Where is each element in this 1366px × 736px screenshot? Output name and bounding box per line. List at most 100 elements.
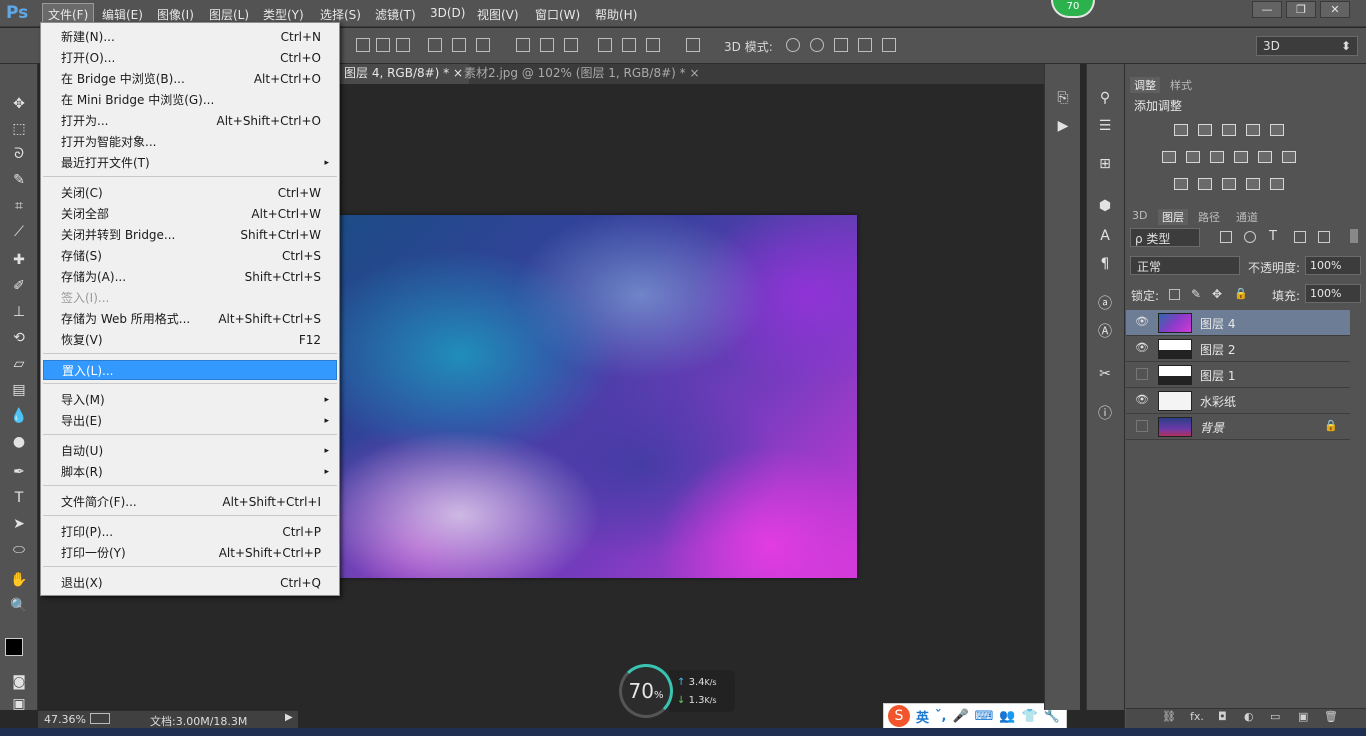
blur-tool-icon[interactable]: 💧 [9, 406, 29, 426]
hue-saturation-icon[interactable] [1162, 151, 1176, 163]
new-adjustment-layer-icon[interactable]: ◐ [1244, 710, 1254, 723]
menu-type[interactable]: 类型(Y) [263, 6, 304, 23]
lasso-tool-icon[interactable]: ᘐ [9, 144, 29, 164]
quick-mask-icon[interactable]: ◙ [9, 672, 29, 692]
menu-layer[interactable]: 图层(L) [209, 6, 249, 23]
menu-item-save-as[interactable]: 存储为(A)... Shift+Ctrl+S [43, 267, 337, 287]
network-speed-widget[interactable]: ↑ 3.4K/s ↓ 1.3K/s 70% [619, 664, 737, 720]
menu-help[interactable]: 帮助(H) [595, 6, 637, 23]
info-panel-icon[interactable]: ⓘ [1095, 404, 1115, 424]
scale-3d-icon[interactable] [882, 38, 896, 52]
brush-preset-icon[interactable]: ⚲ [1095, 88, 1115, 108]
filter-toggle-switch[interactable] [1350, 229, 1358, 243]
menu-item-export[interactable]: 导出(E) ▸ [43, 411, 337, 431]
punctuation-icon[interactable]: ˇ, [935, 709, 946, 724]
rotate-3d-icon[interactable] [786, 38, 800, 52]
layer-name[interactable]: 背景 [1200, 419, 1224, 436]
menu-item-scripts[interactable]: 脚本(R) ▸ [43, 462, 337, 482]
menu-item-open[interactable]: 打开(O)... Ctrl+O [43, 48, 337, 68]
sogou-logo-icon[interactable]: S [888, 705, 910, 727]
shape-tool-icon[interactable]: ⬭ [9, 540, 29, 560]
visibility-eye-icon[interactable]: 👁 [1135, 315, 1149, 329]
menu-item-close-go-bridge[interactable]: 关闭并转到 Bridge... Shift+Ctrl+W [43, 225, 337, 245]
menu-item-revert[interactable]: 恢复(V) F12 [43, 330, 337, 350]
menu-window[interactable]: 窗口(W) [535, 6, 580, 23]
hand-tool-icon[interactable]: ✋ [9, 570, 29, 590]
menu-filter[interactable]: 滤镜(T) [375, 6, 416, 23]
zoom-tool-icon[interactable]: 🔍 [9, 596, 29, 616]
settings-tool-icon[interactable]: 🔧 [1044, 709, 1060, 724]
distribute-bottom-icon[interactable] [564, 38, 578, 52]
levels-icon[interactable] [1198, 124, 1212, 136]
align-top-icon[interactable] [356, 38, 370, 52]
status-menu-arrow-icon[interactable]: ▶ [285, 712, 293, 723]
move-tool-icon[interactable]: ✥ [9, 94, 29, 114]
menu-item-exit[interactable]: 退出(X) Ctrl+Q [43, 573, 337, 593]
keyboard-icon[interactable]: ⌨ [975, 709, 994, 724]
paragraph-panel-icon[interactable]: ¶ [1095, 254, 1115, 274]
distribute-right-icon[interactable] [646, 38, 660, 52]
layer-name[interactable]: 图层 4 [1200, 315, 1235, 332]
menu-item-print[interactable]: 打印(P)... Ctrl+P [43, 522, 337, 542]
layer-name[interactable]: 水彩纸 [1200, 393, 1236, 410]
color-balance-icon[interactable] [1186, 151, 1200, 163]
fill-input[interactable]: 100% [1305, 284, 1361, 303]
menu-item-browse-mini-bridge[interactable]: 在 Mini Bridge 中浏览(G)... [43, 90, 337, 110]
filter-smart-object-icon[interactable] [1318, 231, 1330, 243]
character-styles-icon[interactable]: ⓐ [1095, 294, 1115, 314]
gradient-tool-icon[interactable]: ▤ [9, 380, 29, 400]
visibility-eye-icon[interactable]: 👁 [1135, 341, 1149, 355]
tab-styles[interactable]: 样式 [1170, 77, 1192, 93]
lock-position-icon[interactable]: ✥ [1212, 287, 1222, 301]
marquee-tool-icon[interactable]: ⬚ [9, 119, 29, 139]
pen-tool-icon[interactable]: ✒ [9, 462, 29, 482]
minimize-button[interactable]: — [1252, 1, 1282, 18]
layer-row-layer4[interactable]: 👁 图层 4 [1126, 310, 1350, 336]
exposure-icon[interactable] [1246, 124, 1260, 136]
type-tool-icon[interactable]: T [9, 488, 29, 508]
layer-row-watercolor-paper[interactable]: 👁 水彩纸 [1126, 388, 1350, 414]
ime-mode-toggle[interactable]: 英 [916, 707, 929, 726]
menu-3d[interactable]: 3D(D) [430, 6, 465, 20]
menu-item-file-info[interactable]: 文件简介(F)... Alt+Shift+Ctrl+I [43, 492, 337, 512]
auto-align-icon[interactable] [686, 38, 700, 52]
curves-icon[interactable] [1222, 124, 1236, 136]
distribute-hcenter-icon[interactable] [622, 38, 636, 52]
skin-icon[interactable]: 👕 [1022, 709, 1038, 724]
layer-filter-select[interactable]: ρ 类型 [1130, 228, 1200, 247]
user-icon[interactable]: 👥 [999, 709, 1015, 724]
foreground-color-swatch[interactable] [5, 638, 23, 656]
layer-name[interactable]: 图层 2 [1200, 341, 1235, 358]
new-layer-icon[interactable]: ▣ [1298, 710, 1308, 723]
photo-filter-icon[interactable] [1234, 151, 1248, 163]
delete-layer-icon[interactable]: 🗑 [1324, 710, 1338, 723]
channel-mixer-icon[interactable] [1258, 151, 1272, 163]
layer-name[interactable]: 图层 1 [1200, 367, 1235, 384]
lock-all-icon[interactable]: 🔒 [1234, 287, 1248, 300]
lock-image-icon[interactable]: ✎ [1191, 287, 1201, 301]
tool-presets-icon[interactable]: ✂ [1095, 364, 1115, 384]
align-hcenter-icon[interactable] [452, 38, 466, 52]
layer-row-background[interactable]: 背景 🔒 [1126, 414, 1350, 440]
menu-edit[interactable]: 编辑(E) [102, 6, 143, 23]
menu-item-open-as[interactable]: 打开为... Alt+Shift+Ctrl+O [43, 111, 337, 131]
lock-transparency-icon[interactable] [1169, 289, 1180, 300]
visibility-toggle-off[interactable] [1136, 368, 1148, 380]
black-white-icon[interactable] [1210, 151, 1224, 163]
document-tab-active[interactable]: 图层 4, RGB/8#) * × [338, 64, 470, 84]
invert-icon[interactable] [1174, 178, 1188, 190]
document-tab[interactable]: 素材2.jpg @ 102% (图层 1, RGB/8#) * × [458, 64, 706, 84]
microphone-icon[interactable]: 🎤 [952, 709, 968, 724]
quick-select-tool-icon[interactable]: ✎ [9, 170, 29, 190]
visibility-eye-icon[interactable]: 👁 [1135, 393, 1149, 407]
path-select-icon[interactable]: ➤ [9, 514, 29, 534]
healing-tool-icon[interactable]: ✚ [9, 250, 29, 270]
posterize-icon[interactable] [1198, 178, 1212, 190]
distribute-vcenter-icon[interactable] [540, 38, 554, 52]
dodge-tool-icon[interactable]: ● [9, 432, 29, 452]
menu-item-close-all[interactable]: 关闭全部 Alt+Ctrl+W [43, 204, 337, 224]
layer-row-layer1[interactable]: 图层 1 [1126, 362, 1350, 388]
selective-color-icon[interactable] [1246, 178, 1260, 190]
tab-channels[interactable]: 通道 [1236, 209, 1258, 225]
tab-adjustments[interactable]: 调整 [1130, 77, 1160, 93]
